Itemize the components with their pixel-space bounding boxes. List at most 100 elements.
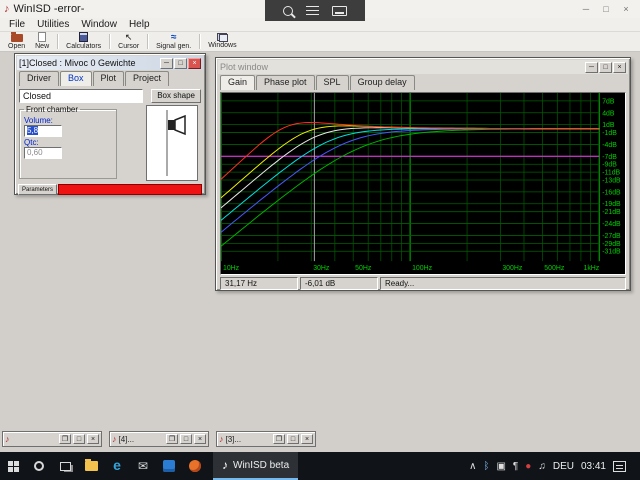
task-view-button[interactable] xyxy=(52,452,78,480)
maximize-icon[interactable]: □ xyxy=(596,0,616,18)
maximize-icon[interactable]: □ xyxy=(174,58,187,69)
gain-plot-svg: 7dB4dB1dB-1dB-4dB-7dB-9dB-11dB-13dB-16dB… xyxy=(221,93,625,274)
toolbar-label: New xyxy=(35,42,49,51)
zoom-icon[interactable] xyxy=(283,6,293,16)
toolbar-label: Calculators xyxy=(66,42,101,51)
box-type-select[interactable]: Closed xyxy=(19,89,143,103)
driver-window-tabs: DriverBoxPlotProject xyxy=(17,71,203,86)
maximize-icon[interactable]: □ xyxy=(287,434,299,444)
winisd-app-icon: ♪ xyxy=(219,434,224,444)
cursor-button[interactable]: Cursor xyxy=(113,32,144,52)
volume-label: Volume: xyxy=(24,116,112,125)
svg-text:-27dB: -27dB xyxy=(602,233,621,240)
close-icon[interactable]: × xyxy=(613,62,626,73)
keyboard-icon[interactable] xyxy=(332,6,347,16)
minimize-icon[interactable]: ─ xyxy=(160,58,173,69)
minimize-icon[interactable]: ─ xyxy=(585,62,598,73)
signal-generator-icon xyxy=(171,32,177,42)
qtc-label: Qtc: xyxy=(24,138,112,147)
bluetooth-icon[interactable]: ᛒ xyxy=(483,461,489,472)
plot-window-titlebar[interactable]: Plot window ─ □ × xyxy=(218,60,628,74)
app-title: WinISD -error- xyxy=(14,3,85,15)
maximize-icon[interactable]: □ xyxy=(180,434,192,444)
close-icon[interactable]: × xyxy=(616,0,636,18)
mdi-area: [1]Closed : Mivoc 0 Gewichte ─ □ × Drive… xyxy=(0,52,640,452)
start-button[interactable] xyxy=(0,452,26,480)
chevron-up-icon[interactable]: ∧ xyxy=(469,461,476,472)
driver-window: [1]Closed : Mivoc 0 Gewichte ─ □ × Drive… xyxy=(14,53,206,195)
tab-driver[interactable]: Driver xyxy=(19,71,59,86)
remote-overlay-toolbar xyxy=(265,0,365,21)
mail-button[interactable] xyxy=(130,452,156,480)
restore-icon[interactable]: ❐ xyxy=(273,434,285,444)
tab-group-delay[interactable]: Group delay xyxy=(350,75,415,90)
svg-text:30Hz: 30Hz xyxy=(313,265,330,272)
search-button[interactable] xyxy=(26,452,52,480)
windows-button[interactable]: Windows xyxy=(203,32,241,52)
box-shape-button[interactable]: Box shape xyxy=(151,89,201,103)
restore-icon[interactable]: ❐ xyxy=(59,434,71,444)
minimized-window[interactable]: ♪[4]...❐□× xyxy=(109,431,209,447)
toolbar-separator xyxy=(199,34,200,49)
taskbar-app-winisd[interactable]: ♪ WinISD beta xyxy=(213,452,298,480)
maximize-icon[interactable]: □ xyxy=(73,434,85,444)
volume-icon[interactable]: ♫ xyxy=(538,461,546,472)
svg-text:-31dB: -31dB xyxy=(602,249,621,256)
tab-box[interactable]: Box xyxy=(60,71,92,86)
firefox-button[interactable] xyxy=(182,452,208,480)
close-icon[interactable]: × xyxy=(188,58,201,69)
menu-help[interactable]: Help xyxy=(123,19,156,30)
windows-logo-icon xyxy=(8,461,19,472)
tab-project[interactable]: Project xyxy=(125,71,169,86)
task-view-icon xyxy=(60,462,71,471)
svg-text:-7dB: -7dB xyxy=(602,154,617,161)
calculators-button[interactable]: Calculators xyxy=(61,32,106,52)
menu-window[interactable]: Window xyxy=(75,19,123,30)
new-button[interactable]: New xyxy=(30,32,54,52)
driver-window-titlebar[interactable]: [1]Closed : Mivoc 0 Gewichte ─ □ × xyxy=(17,56,203,70)
mail-icon xyxy=(138,457,148,475)
edge-button[interactable] xyxy=(104,452,130,480)
open-button[interactable]: Open xyxy=(3,32,30,52)
alert-icon[interactable]: ● xyxy=(525,461,531,472)
store-button[interactable] xyxy=(156,452,182,480)
qtc-input[interactable]: 0,60 xyxy=(24,147,62,159)
open-folder-icon xyxy=(11,34,23,42)
svg-text:4dB: 4dB xyxy=(602,110,615,117)
plot-window-title: Plot window xyxy=(220,62,268,72)
search-icon xyxy=(34,461,44,471)
tab-plot[interactable]: Plot xyxy=(93,71,125,86)
close-icon[interactable]: × xyxy=(194,434,206,444)
minimized-window[interactable]: ♪❐□× xyxy=(2,431,102,447)
front-chamber-group: Front chamber Volume: 5,8 Qtc: 0,60 xyxy=(19,105,117,179)
tab-gain[interactable]: Gain xyxy=(220,75,255,90)
maximize-icon[interactable]: □ xyxy=(599,62,612,73)
menu-utilities[interactable]: Utilities xyxy=(31,19,75,30)
screen: ♪ WinISD -error- ─ □ × FileUtilitiesWind… xyxy=(0,0,640,480)
onedrive-icon[interactable]: ▣ xyxy=(496,461,505,472)
signal-gen-button[interactable]: Signal gen. xyxy=(151,32,196,52)
tab-phase-plot[interactable]: Phase plot xyxy=(256,75,315,90)
file-explorer-button[interactable] xyxy=(78,452,104,480)
tab-spl[interactable]: SPL xyxy=(316,75,349,90)
minimized-window[interactable]: ♪[3]...❐□× xyxy=(216,431,316,447)
menu-file[interactable]: File xyxy=(3,19,31,30)
close-icon[interactable]: × xyxy=(301,434,313,444)
toolbar-label: Signal gen. xyxy=(156,42,191,51)
restore-icon[interactable]: ❐ xyxy=(166,434,178,444)
clock[interactable]: 03:41 xyxy=(581,461,606,472)
windows-icon xyxy=(217,33,227,41)
language-indicator[interactable]: DEU xyxy=(553,461,574,472)
volume-input[interactable]: 5,8 xyxy=(24,125,62,137)
menu-icon[interactable] xyxy=(306,6,319,15)
close-icon[interactable]: × xyxy=(87,434,99,444)
gain-plot[interactable]: 7dB4dB1dB-1dB-4dB-7dB-9dB-11dB-13dB-16dB… xyxy=(220,92,626,275)
pen-icon[interactable]: ¶ xyxy=(513,461,518,472)
cursor-gain: -6,01 dB xyxy=(300,277,378,290)
taskbar: ♪ WinISD beta ∧ ᛒ ▣ ¶ ● ♫ DEU 03:41 xyxy=(0,452,640,480)
minimize-icon[interactable]: ─ xyxy=(576,0,596,18)
parameters-tab[interactable]: Parameters xyxy=(18,184,57,195)
minimized-window-title: [3]... xyxy=(226,435,272,444)
front-chamber-legend: Front chamber xyxy=(24,105,80,114)
action-center-icon[interactable] xyxy=(613,461,626,472)
